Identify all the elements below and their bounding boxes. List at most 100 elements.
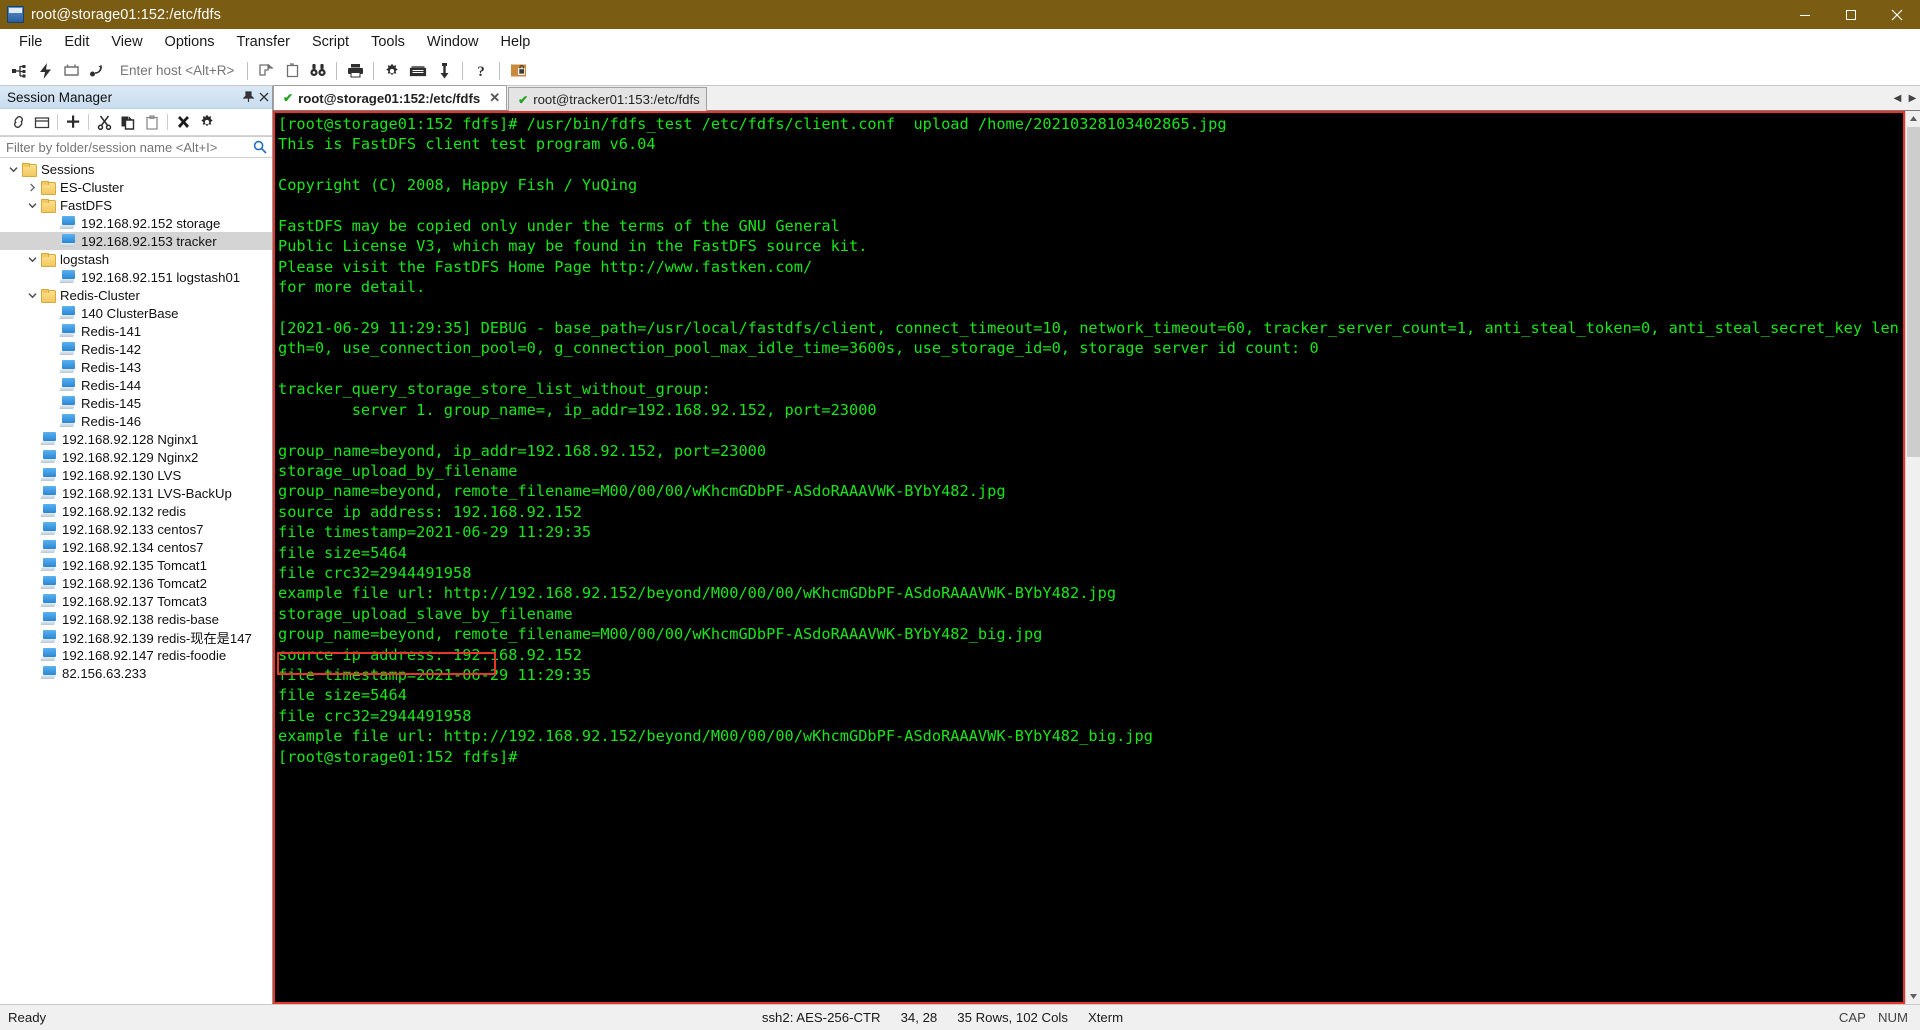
menu-view[interactable]: View (100, 30, 153, 54)
menu-file[interactable]: File (8, 30, 53, 54)
terminal-area: ✔ root@storage01:152:/etc/fdfs ✕ ✔ root@trac… (273, 85, 1920, 1004)
folder-icon (22, 163, 37, 177)
session-tree-item[interactable]: Redis-145 (0, 394, 272, 412)
transfer-receive-icon[interactable] (431, 58, 457, 84)
session-tree-item[interactable]: Redis-143 (0, 358, 272, 376)
session-tree-item[interactable]: ES-Cluster (0, 178, 272, 196)
help-icon[interactable]: ? (468, 58, 494, 84)
chevron-right-icon[interactable] (23, 182, 41, 192)
session-tree-item[interactable]: Redis-146 (0, 412, 272, 430)
terminal-tab[interactable]: ✔ root@tracker01:153:/etc/fdfs (508, 87, 707, 111)
toolbar-separator (373, 61, 375, 80)
connect-in-tab-icon[interactable] (58, 58, 84, 84)
session-tree-item-label: FastDFS (60, 197, 113, 213)
session-tree-item[interactable]: 192.168.92.128 Nginx1 (0, 430, 272, 448)
session-filter-input[interactable] (6, 139, 252, 155)
menu-tools[interactable]: Tools (360, 30, 416, 54)
menu-edit[interactable]: Edit (53, 30, 100, 54)
session-tree-item[interactable]: 192.168.92.129 Nginx2 (0, 448, 272, 466)
computer-icon (60, 324, 76, 338)
session-tree-item[interactable]: 192.168.92.137 Tomcat3 (0, 592, 272, 610)
minimize-button[interactable] (1782, 0, 1828, 29)
new-session-icon[interactable] (61, 111, 85, 134)
session-tree-item[interactable]: 192.168.92.153 tracker (0, 232, 272, 250)
menu-options[interactable]: Options (154, 30, 226, 54)
menu-window[interactable]: Window (416, 30, 490, 54)
close-icon[interactable] (256, 87, 272, 107)
computer-icon (60, 216, 76, 230)
session-tree-item[interactable]: 192.168.92.139 redis-现在是147 (0, 628, 272, 646)
scroll-down-icon[interactable] (1906, 989, 1920, 1004)
chevron-left-icon[interactable]: ◀ (1890, 86, 1905, 110)
keymap-editor-icon[interactable] (405, 58, 431, 84)
chevron-down-icon[interactable] (4, 166, 22, 173)
chevron-down-icon[interactable] (23, 292, 41, 299)
scrollbar-thumb[interactable] (1907, 127, 1920, 457)
session-tree-item[interactable]: 192.168.92.131 LVS-BackUp (0, 484, 272, 502)
clone-session-icon[interactable] (253, 58, 279, 84)
session-tree-item[interactable]: 192.168.92.136 Tomcat2 (0, 574, 272, 592)
session-tree-item[interactable]: 192.168.92.130 LVS (0, 466, 272, 484)
session-tree[interactable]: Sessions ES-Cluster FastDFS 192.168.92.152 … (0, 158, 272, 1004)
session-tree-item[interactable]: Redis-141 (0, 322, 272, 340)
print-icon[interactable] (342, 58, 368, 84)
session-tree-item[interactable]: 192.168.92.152 storage (0, 214, 272, 232)
session-tree-item[interactable]: 82.156.63.233 (0, 664, 272, 682)
connect-sftp-icon[interactable] (84, 58, 110, 84)
new-tab-icon[interactable] (279, 58, 305, 84)
terminal-scrollbar[interactable] (1905, 111, 1920, 1004)
secure-lock-icon[interactable] (505, 58, 531, 84)
quick-connect-icon[interactable] (32, 58, 58, 84)
connect-icon[interactable] (6, 58, 32, 84)
chevron-right-icon[interactable]: ▶ (1905, 86, 1920, 110)
find-icon[interactable] (305, 58, 331, 84)
menu-script[interactable]: Script (301, 30, 360, 54)
session-manager-panel: Session Manager Filter by folder/session… (0, 86, 273, 1004)
title-bar: root@storage01:152:/etc/fdfs (0, 0, 1920, 29)
close-button[interactable] (1874, 0, 1920, 29)
session-tree-item[interactable]: Redis-144 (0, 376, 272, 394)
session-tree-item[interactable]: 192.168.92.133 centos7 (0, 520, 272, 538)
session-tree-item[interactable]: FastDFS (0, 196, 272, 214)
host-input[interactable]: Enter host <Alt+R> (110, 63, 242, 78)
session-tree-item[interactable]: Redis-Cluster (0, 286, 272, 304)
chevron-down-icon[interactable] (23, 256, 41, 263)
connected-check-icon: ✔ (283, 91, 294, 105)
connect-session-icon[interactable] (6, 111, 30, 134)
session-tree-item[interactable]: 192.168.92.134 centos7 (0, 538, 272, 556)
paste-icon[interactable] (140, 111, 164, 134)
menu-transfer[interactable]: Transfer (226, 30, 301, 54)
copy-icon[interactable] (116, 111, 140, 134)
session-tree-item[interactable]: 192.168.92.147 redis-foodie (0, 646, 272, 664)
terminal-app-icon (7, 6, 24, 23)
computer-icon (41, 540, 57, 554)
pin-icon[interactable] (240, 87, 256, 107)
session-tree-item[interactable]: 192.168.92.138 redis-base (0, 610, 272, 628)
session-options-icon[interactable] (379, 58, 405, 84)
session-tree-item-label: 192.168.92.130 LVS (62, 467, 182, 483)
maximize-button[interactable] (1828, 0, 1874, 29)
session-tree-item-label: Redis-146 (81, 413, 142, 429)
session-tree-item[interactable]: Sessions (0, 160, 272, 178)
new-folder-icon[interactable] (30, 111, 54, 134)
session-tree-item[interactable]: 140 ClusterBase (0, 304, 272, 322)
session-tree-item[interactable]: Redis-142 (0, 340, 272, 358)
session-tree-item[interactable]: logstash (0, 250, 272, 268)
session-tree-item[interactable]: 192.168.92.151 logstash01 (0, 268, 272, 286)
chevron-down-icon[interactable] (23, 202, 41, 209)
session-manager-header: Session Manager (0, 86, 272, 109)
session-tree-item[interactable]: 192.168.92.132 redis (0, 502, 272, 520)
menu-help[interactable]: Help (490, 30, 542, 54)
terminal-tab[interactable]: ✔ root@storage01:152:/etc/fdfs ✕ (273, 85, 508, 110)
search-icon[interactable] (252, 140, 268, 154)
computer-icon (41, 630, 57, 644)
session-manager-title: Session Manager (7, 89, 113, 105)
terminal-output[interactable]: [root@storage01:152 fdfs]# /usr/bin/fdfs… (273, 111, 1905, 1004)
session-tree-item-label: 192.168.92.135 Tomcat1 (62, 557, 207, 573)
scroll-up-icon[interactable] (1906, 111, 1920, 126)
tab-close-icon[interactable]: ✕ (489, 90, 500, 106)
session-tree-item[interactable]: 192.168.92.135 Tomcat1 (0, 556, 272, 574)
cut-icon[interactable] (92, 111, 116, 134)
properties-icon[interactable] (195, 111, 219, 134)
delete-icon[interactable] (171, 111, 195, 134)
